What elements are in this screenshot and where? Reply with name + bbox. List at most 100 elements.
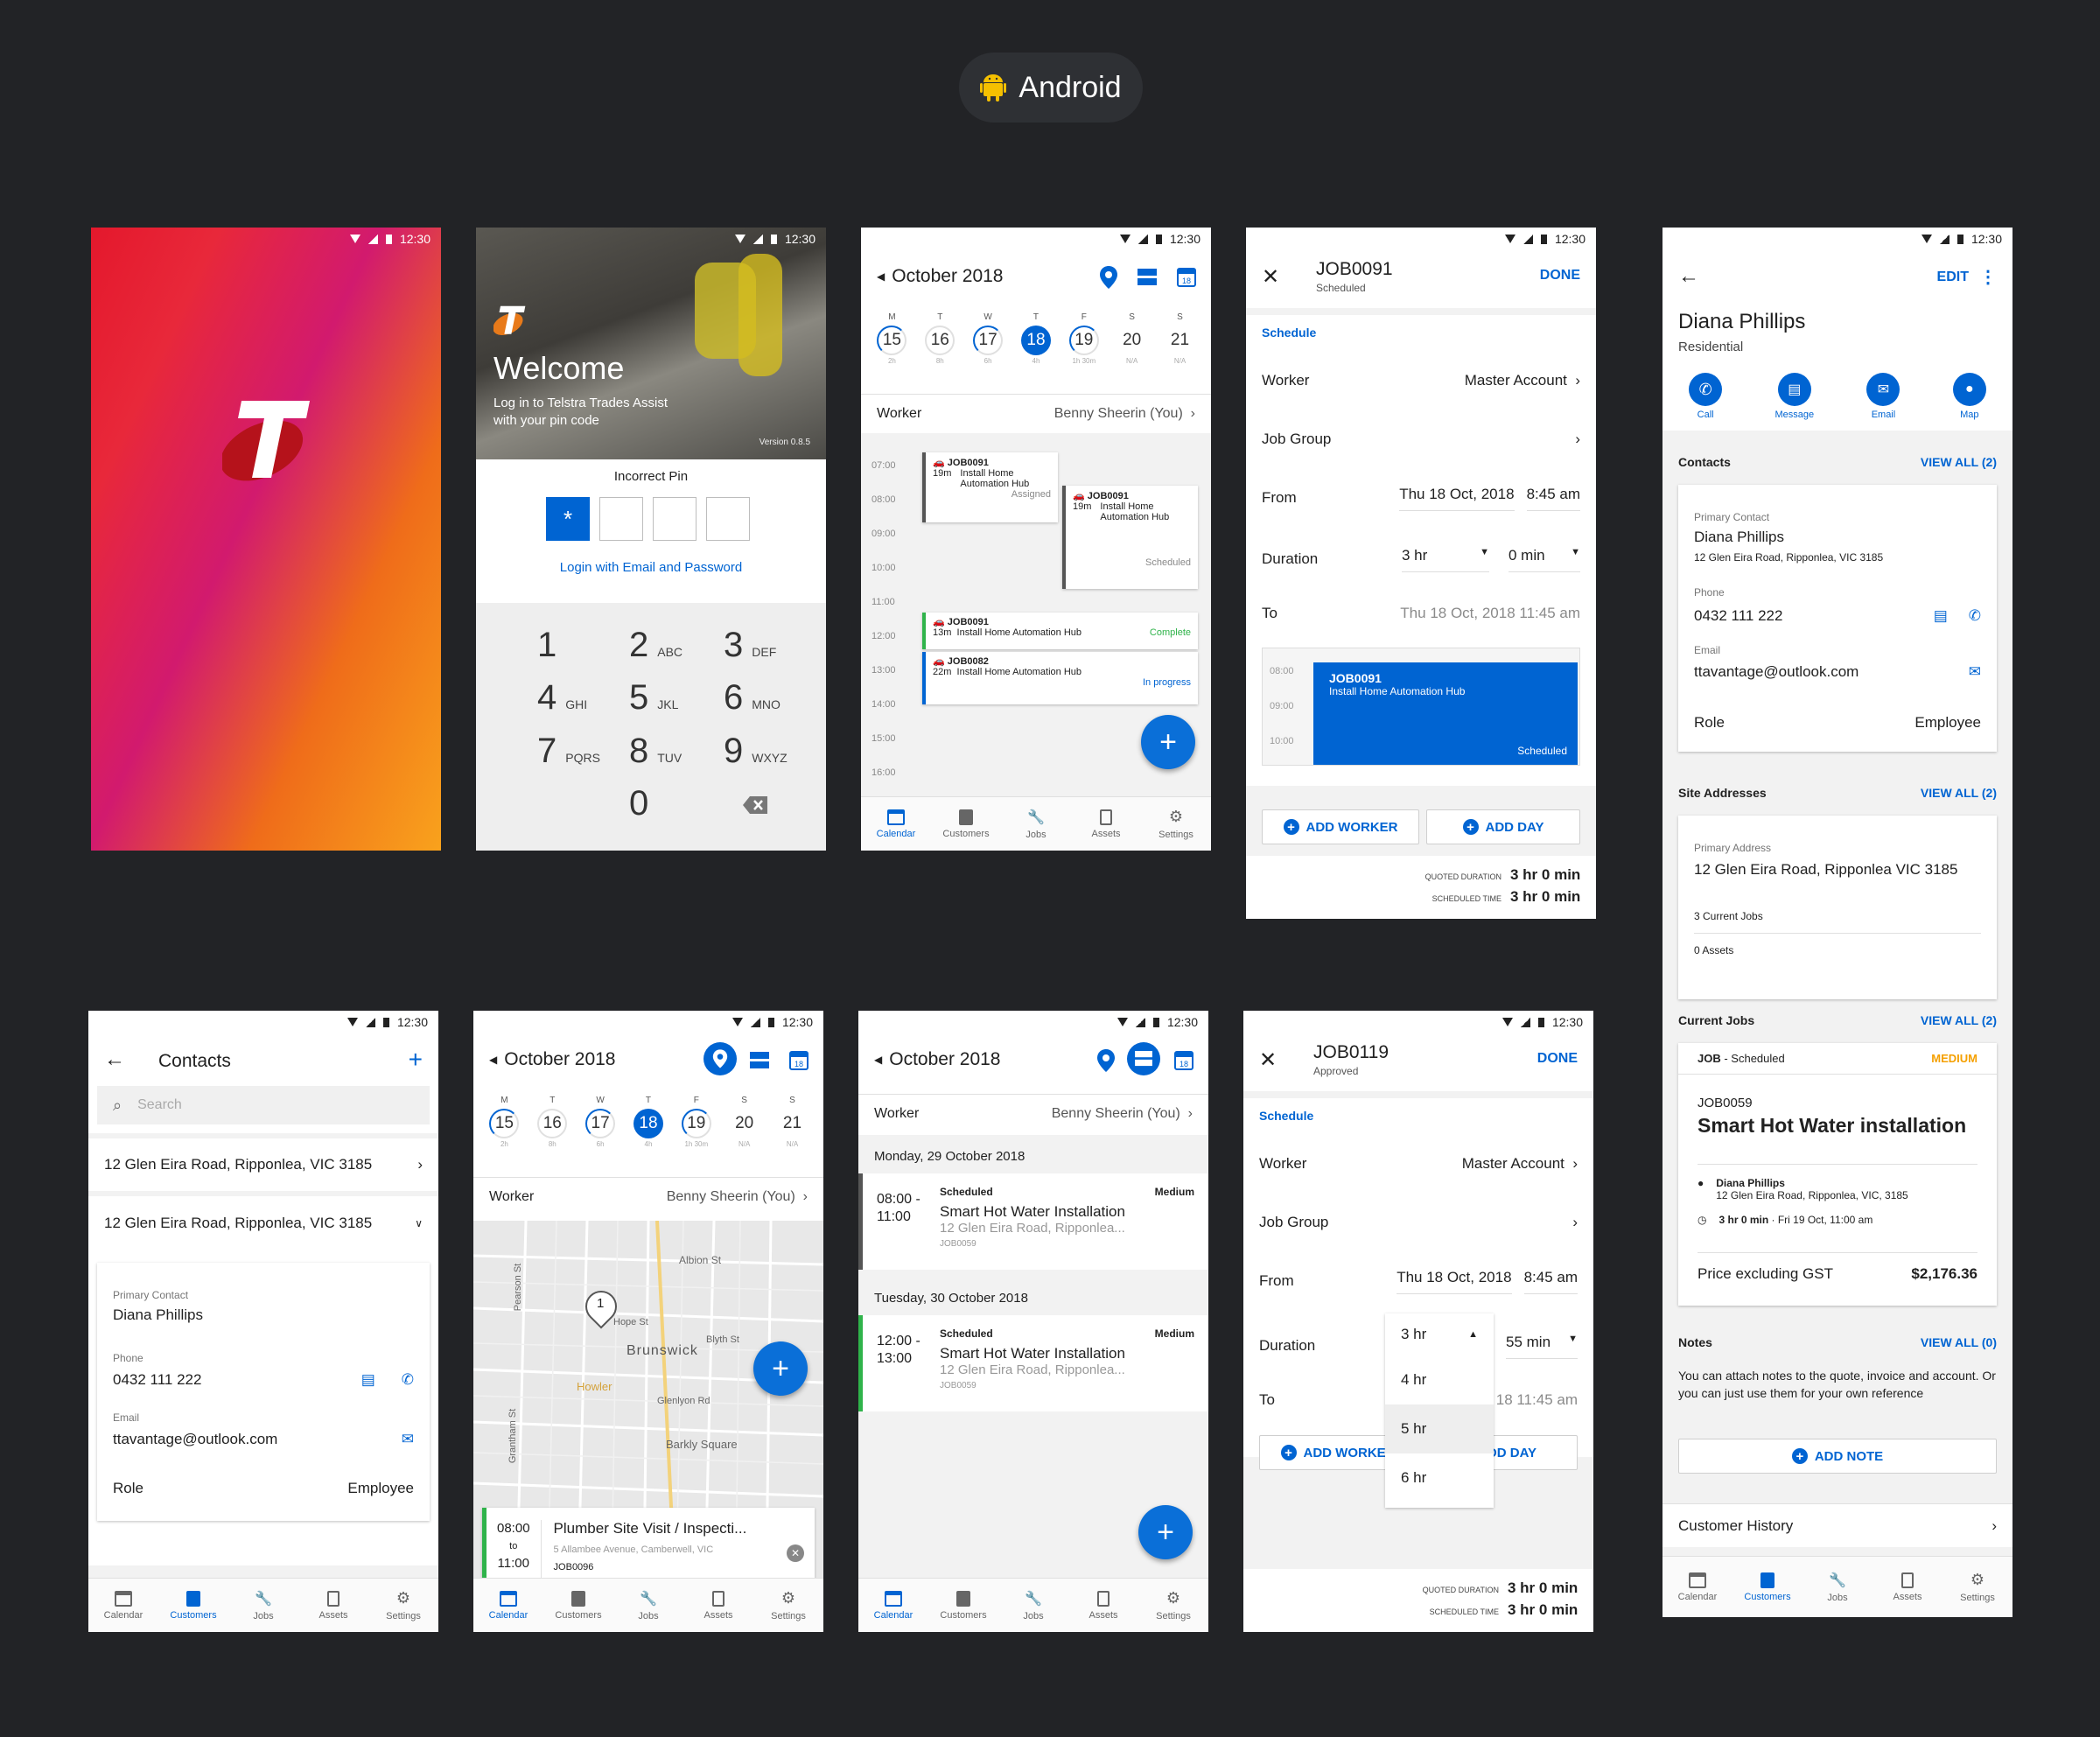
day-cell[interactable]: S 21 N/A xyxy=(774,1096,809,1149)
contacts-view-all[interactable]: VIEW ALL (2) xyxy=(1921,455,1997,469)
search-input[interactable]: ⌕ Search xyxy=(97,1086,430,1124)
nav-calendar[interactable]: Calendar xyxy=(1662,1557,1732,1617)
add-worker-button[interactable]: + ADD WORKER xyxy=(1262,809,1419,844)
nav-settings[interactable]: ⚙ Settings xyxy=(753,1579,823,1632)
nav-customers[interactable]: Customers xyxy=(1732,1557,1802,1617)
nav-assets[interactable]: Assets xyxy=(683,1579,753,1632)
worker-selector[interactable]: Worker Benny Sheerin (You) › xyxy=(861,394,1211,433)
email-icon[interactable]: ✉ xyxy=(1969,663,1981,681)
nav-customers[interactable]: Customers xyxy=(931,797,1001,851)
calendar-icon[interactable]: 18 xyxy=(789,1049,808,1070)
day-cell[interactable]: F 19 1h 30m xyxy=(679,1096,714,1149)
from-date[interactable]: Thu 18 Oct, 2018 xyxy=(1399,486,1515,511)
add-day-button[interactable]: + ADD DAY xyxy=(1426,809,1580,844)
job-list-item[interactable]: 12:00 -13:00 Scheduled Medium Smart Hot Wa… xyxy=(858,1315,1208,1411)
pin-box-1[interactable]: * xyxy=(546,497,590,541)
day-cell[interactable]: T 16 8h xyxy=(535,1096,570,1149)
key-9[interactable]: 9 WXYZ xyxy=(724,732,788,771)
event-card-complete[interactable]: 🚗 JOB0091 13m Install Home Automation Hu… xyxy=(922,613,1198,649)
customer-history-row[interactable]: Customer History › xyxy=(1662,1503,2012,1547)
dropdown-option[interactable]: 4 hr xyxy=(1385,1355,1494,1404)
job-card[interactable]: JOB - Scheduled MEDIUM JOB0059 Smart Hot … xyxy=(1678,1043,1997,1306)
duration-minutes-select[interactable]: 0 min ▼ xyxy=(1508,547,1580,572)
from-date[interactable]: Thu 18 Oct, 2018 xyxy=(1396,1269,1512,1294)
map-view[interactable]: Albion St Hope St Brunswick Blyth St Gle… xyxy=(473,1221,823,1578)
schedule-block[interactable]: JOB0091 Install Home Automation Hub Sche… xyxy=(1313,662,1578,765)
nav-assets[interactable]: Assets xyxy=(1071,797,1141,851)
nav-customers[interactable]: Customers xyxy=(928,1579,998,1632)
day-cell[interactable]: M 15 2h xyxy=(874,312,909,366)
day-view-icon[interactable] xyxy=(750,1052,769,1069)
key-4[interactable]: 4 GHI xyxy=(537,678,587,718)
key-5[interactable]: 5 JKL xyxy=(629,678,678,718)
day-cell[interactable]: T 16 8h xyxy=(922,312,957,366)
day-cell[interactable]: W 17 6h xyxy=(970,312,1005,366)
email-login-link[interactable]: Login with Email and Password xyxy=(476,560,826,575)
email-icon[interactable]: ✉ xyxy=(402,1431,414,1448)
duration-hours-select[interactable]: 3 hr ▼ xyxy=(1402,547,1489,572)
contact-card[interactable]: Primary Contact Diana Phillips Phone 043… xyxy=(97,1263,430,1521)
jobs-view-all[interactable]: VIEW ALL (2) xyxy=(1921,1013,1997,1027)
more-menu-icon[interactable]: ⋮ xyxy=(1979,266,1997,288)
dropdown-option[interactable]: 6 hr xyxy=(1385,1453,1494,1502)
day-cell[interactable]: S 20 N/A xyxy=(727,1096,762,1149)
nav-settings[interactable]: ⚙ Settings xyxy=(1141,797,1211,851)
back-arrow-icon[interactable]: ← xyxy=(1678,264,1699,289)
done-button[interactable]: DONE xyxy=(1537,1051,1578,1067)
list-view-toggle[interactable] xyxy=(1127,1042,1160,1075)
key-2[interactable]: 2 ABC xyxy=(629,626,682,665)
phone-icon[interactable]: ✆ xyxy=(402,1371,414,1389)
call-action[interactable]: ✆ Call xyxy=(1689,373,1723,420)
phone-icon[interactable]: ✆ xyxy=(1969,607,1981,625)
calendar-icon[interactable]: 18 xyxy=(1177,266,1196,287)
key-6[interactable]: 6 MNO xyxy=(724,678,780,718)
nav-jobs[interactable]: 🔧 Jobs xyxy=(1802,1557,1872,1617)
close-circle-icon[interactable]: ✕ xyxy=(787,1544,804,1562)
nav-calendar[interactable]: Calendar xyxy=(858,1579,928,1632)
nav-customers[interactable]: Customers xyxy=(543,1579,613,1632)
job-group-row[interactable]: Job Group › xyxy=(1243,1201,1593,1244)
day-cell[interactable]: W 17 6h xyxy=(583,1096,618,1149)
pin-box-4[interactable] xyxy=(706,497,750,541)
day-cell-selected[interactable]: T 18 4h xyxy=(1018,312,1054,366)
month-selector[interactable]: ◀ October 2018 xyxy=(489,1049,616,1070)
map-pin-icon[interactable] xyxy=(1096,1049,1116,1072)
nav-settings[interactable]: ⚙ Settings xyxy=(1138,1579,1208,1632)
nav-calendar[interactable]: Calendar xyxy=(88,1579,158,1632)
job-list-item[interactable]: 08:00 -11:00 Scheduled Medium Smart Hot Wa… xyxy=(858,1173,1208,1270)
site-card[interactable]: Primary Address 12 Glen Eira Road, Rippo… xyxy=(1678,816,1997,999)
day-cell[interactable]: S 20 N/A xyxy=(1115,312,1150,366)
add-contact-icon[interactable]: + xyxy=(409,1046,423,1074)
add-event-fab[interactable]: + xyxy=(753,1341,808,1396)
address-row-2[interactable]: 12 Glen Eira Road, Ripponlea, VIC 3185 ∨ xyxy=(88,1196,438,1250)
from-time[interactable]: 8:45 am xyxy=(1523,1269,1578,1294)
from-time[interactable]: 8:45 am xyxy=(1526,486,1580,511)
key-7[interactable]: 7 PQRS xyxy=(537,732,600,771)
map-view-toggle[interactable] xyxy=(704,1042,737,1075)
nav-settings[interactable]: ⚙ Settings xyxy=(368,1579,438,1632)
back-arrow-icon[interactable]: ← xyxy=(104,1047,125,1072)
key-3[interactable]: 3 DEF xyxy=(724,626,776,665)
address-row-1[interactable]: 12 Glen Eira Road, Ripponlea, VIC 3185 › xyxy=(88,1138,438,1191)
day-cell[interactable]: S 21 N/A xyxy=(1162,312,1197,366)
close-icon[interactable]: ✕ xyxy=(1259,1047,1277,1073)
close-icon[interactable]: ✕ xyxy=(1262,264,1279,290)
map-job-card[interactable]: 08:00 to 11:00 Plumber Site Visit / Inspec… xyxy=(482,1508,815,1578)
worker-selector[interactable]: Worker Benny Sheerin (You) › xyxy=(473,1177,823,1216)
nav-jobs[interactable]: 🔧 Jobs xyxy=(613,1579,683,1632)
pin-box-3[interactable] xyxy=(653,497,696,541)
event-card-in-progress[interactable]: 🚗 JOB0082 22m Install Home Automation Hu… xyxy=(922,652,1198,704)
day-cell[interactable]: M 15 2h xyxy=(486,1096,522,1149)
nav-calendar[interactable]: Calendar xyxy=(473,1579,543,1632)
key-1[interactable]: 1 xyxy=(537,626,565,665)
worker-row[interactable]: Worker Master Account › xyxy=(1246,359,1596,403)
map-pin-icon[interactable] xyxy=(1099,266,1118,289)
nav-settings[interactable]: ⚙ Settings xyxy=(1942,1557,2012,1617)
pin-box-2[interactable] xyxy=(599,497,643,541)
dropdown-selected[interactable]: 3 hr ▲ xyxy=(1385,1313,1494,1355)
backspace-icon[interactable] xyxy=(743,796,767,814)
month-selector[interactable]: ◀ October 2018 xyxy=(874,1049,1001,1070)
dropdown-option-highlighted[interactable]: 5 hr xyxy=(1385,1404,1494,1453)
key-8[interactable]: 8 TUV xyxy=(629,732,682,771)
message-icon[interactable]: ▤ xyxy=(1934,607,1948,625)
